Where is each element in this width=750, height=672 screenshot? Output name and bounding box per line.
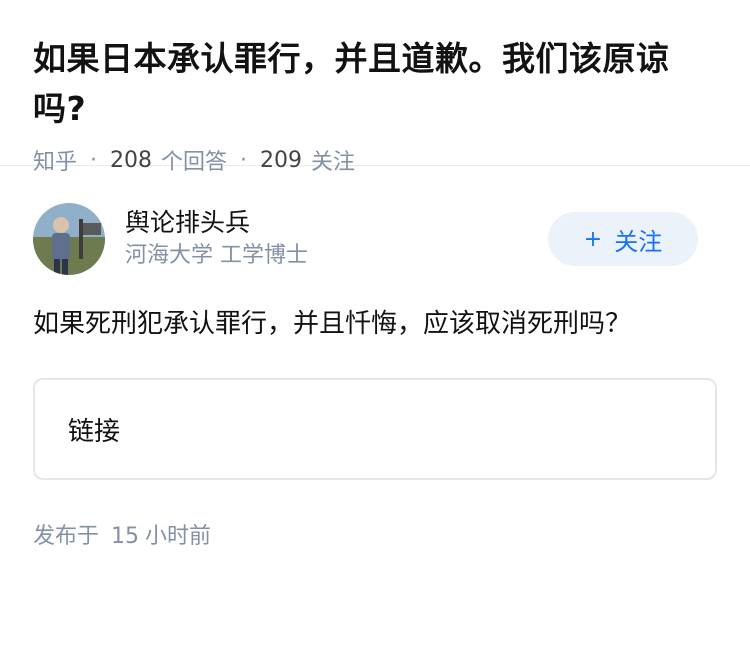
author-headline: 河海大学 工学博士 [125, 243, 308, 268]
published-time: 发布于 15 小时前 [33, 518, 717, 550]
question-title[interactable]: 如果日本承认罪行，并且道歉。我们该原谅吗? [33, 34, 717, 134]
author-name[interactable]: 舆论排头兵 [125, 206, 548, 240]
published-prefix: 发布于 [33, 524, 100, 549]
published-unit: 小时前 [145, 524, 212, 549]
follower-count: 209 [260, 147, 303, 173]
plus-icon: + [583, 226, 603, 252]
answer-count-label: 个回答 [161, 150, 228, 175]
separator-dot: · [240, 147, 248, 173]
link-card[interactable]: 链接 [33, 378, 717, 480]
published-num: 15 [111, 524, 140, 549]
question-header: 如果日本承认罪行，并且道歉。我们该原谅吗? 知乎 · 208 个回答 · 209… [0, 0, 750, 175]
separator-dot: · [90, 147, 98, 173]
author-info: 舆论排头兵 河海大学 工学博士 [125, 206, 548, 272]
answer-content: 如果死刑犯承认罪行，并且忏悔，应该取消死刑吗？ [33, 309, 632, 339]
source-label[interactable]: 知乎 [33, 144, 77, 176]
link-card-label: 链接 [68, 416, 121, 447]
answer-card: 舆论排头兵 河海大学 工学博士 + 关注 如果死刑犯承认罪行，并且忏悔，应该取消… [0, 202, 750, 550]
follow-button[interactable]: + 关注 [548, 212, 698, 266]
avatar[interactable] [33, 203, 105, 275]
answer-count: 208 [110, 147, 153, 173]
follower-count-label: 关注 [311, 150, 356, 175]
follow-button-label: 关注 [614, 227, 663, 256]
question-meta: 知乎 · 208 个回答 · 209 关注 [33, 144, 717, 176]
author-row: 舆论排头兵 河海大学 工学博士 + 关注 [33, 202, 717, 276]
